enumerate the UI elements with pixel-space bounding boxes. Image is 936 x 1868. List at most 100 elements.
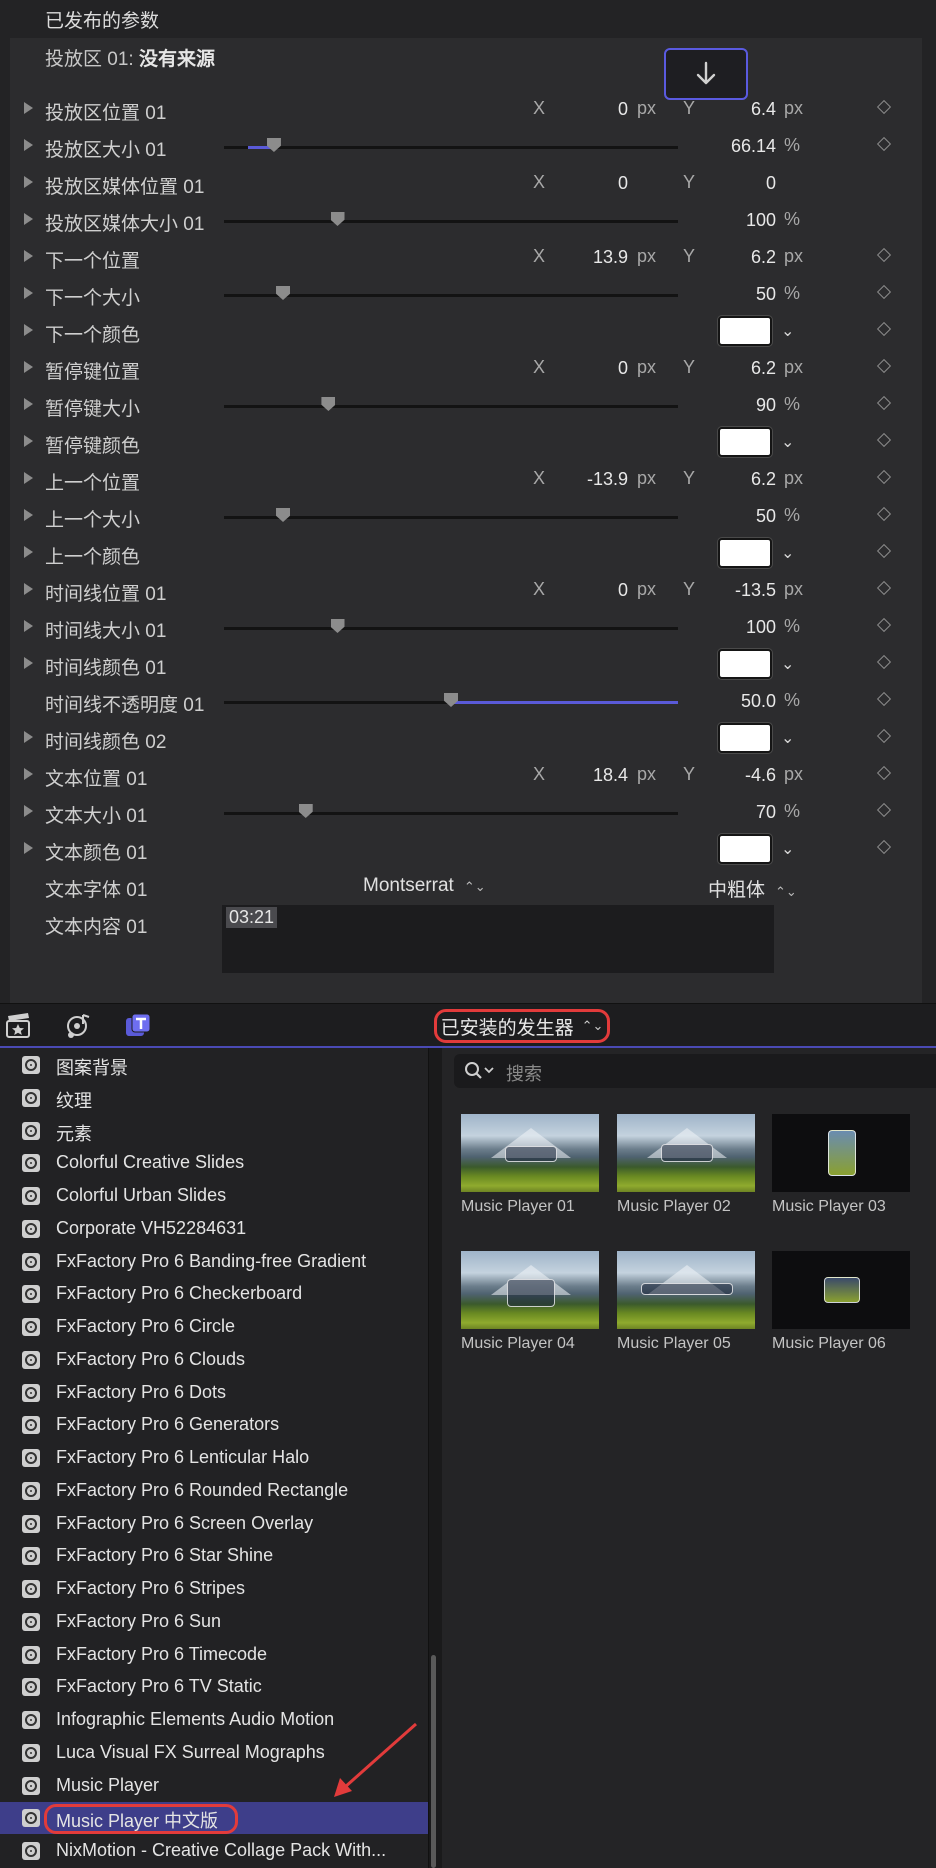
- sidebar-item[interactable]: 元素: [0, 1115, 428, 1147]
- slider-track[interactable]: [224, 286, 678, 300]
- slider-thumb[interactable]: [330, 212, 345, 226]
- generator-thumbnail[interactable]: [772, 1251, 910, 1329]
- photos-music-icon[interactable]: [64, 1012, 92, 1040]
- keyframe-diamond-icon[interactable]: [876, 839, 892, 855]
- disclosure-triangle-icon[interactable]: [24, 583, 33, 595]
- slider-thumb[interactable]: [276, 286, 291, 300]
- sidebar-item[interactable]: Colorful Urban Slides: [0, 1180, 428, 1212]
- sidebar-item[interactable]: 纹理: [0, 1082, 428, 1114]
- sidebar-item[interactable]: FxFactory Pro 6 Banding-free Gradient: [0, 1246, 428, 1278]
- slider-value-field[interactable]: 70: [660, 802, 776, 823]
- chevron-down-icon[interactable]: ⌄: [781, 432, 794, 452]
- sidebar-item[interactable]: FxFactory Pro 6 Checkerboard: [0, 1278, 428, 1310]
- slider-thumb[interactable]: [321, 397, 336, 411]
- keyframe-diamond-icon[interactable]: [876, 284, 892, 300]
- slider-value-field[interactable]: 100: [660, 617, 776, 638]
- sidebar-item[interactable]: FxFactory Pro 6 Clouds: [0, 1344, 428, 1376]
- keyframe-diamond-icon[interactable]: [876, 506, 892, 522]
- titles-generators-icon[interactable]: [124, 1012, 152, 1040]
- slider-track[interactable]: [224, 397, 678, 411]
- disclosure-triangle-icon[interactable]: [24, 731, 33, 743]
- keyframe-diamond-icon[interactable]: [876, 691, 892, 707]
- disclosure-triangle-icon[interactable]: [24, 176, 33, 188]
- slider-thumb[interactable]: [330, 619, 345, 633]
- chevron-down-icon[interactable]: ⌄: [781, 321, 794, 341]
- sidebar-item[interactable]: FxFactory Pro 6 Stripes: [0, 1573, 428, 1605]
- slider-thumb[interactable]: [444, 693, 458, 707]
- keyframe-diamond-icon[interactable]: [876, 728, 892, 744]
- slider-track[interactable]: [224, 804, 678, 818]
- font-family-popup[interactable]: Montserrat ⌃⌄: [363, 875, 486, 897]
- disclosure-triangle-icon[interactable]: [24, 287, 33, 299]
- sidebar-item[interactable]: FxFactory Pro 6 Screen Overlay: [0, 1508, 428, 1540]
- x-value-field[interactable]: 0: [510, 580, 628, 601]
- sidebar-scrollbar[interactable]: [431, 1655, 436, 1868]
- installed-generators-menu[interactable]: 已安装的发生器 ⌃⌄: [434, 1009, 610, 1043]
- slider-thumb[interactable]: [266, 138, 281, 152]
- sidebar-item[interactable]: Colorful Creative Slides: [0, 1147, 428, 1179]
- sidebar-item[interactable]: FxFactory Pro 6 Generators: [0, 1409, 428, 1441]
- x-value-field[interactable]: 13.9: [510, 247, 628, 268]
- chevron-down-icon[interactable]: ⌄: [781, 839, 794, 859]
- x-value-field[interactable]: 0: [510, 173, 628, 194]
- sidebar-item[interactable]: FxFactory Pro 6 Rounded Rectangle: [0, 1475, 428, 1507]
- sidebar-item[interactable]: Luca Visual FX Surreal Mographs: [0, 1737, 428, 1769]
- sidebar-item-selected[interactable]: Music Player 中文版: [0, 1802, 428, 1835]
- x-value-field[interactable]: 0: [510, 99, 628, 120]
- color-swatch[interactable]: [718, 834, 772, 864]
- keyframe-diamond-icon[interactable]: [876, 321, 892, 337]
- sidebar-item[interactable]: 图案背景: [0, 1049, 428, 1081]
- slider-thumb[interactable]: [298, 804, 313, 818]
- slider-thumb[interactable]: [276, 508, 291, 522]
- generator-thumbnail[interactable]: [617, 1251, 755, 1329]
- font-weight-popup[interactable]: 中粗体 ⌃⌄: [708, 875, 797, 902]
- disclosure-triangle-icon[interactable]: [24, 102, 33, 114]
- x-value-field[interactable]: -13.9: [510, 469, 628, 490]
- keyframe-diamond-icon[interactable]: [876, 802, 892, 818]
- media-browser-icon[interactable]: [5, 1012, 33, 1040]
- color-swatch[interactable]: [718, 538, 772, 568]
- disclosure-triangle-icon[interactable]: [24, 657, 33, 669]
- sidebar-item[interactable]: FxFactory Pro 6 Circle: [0, 1311, 428, 1343]
- keyframe-diamond-icon[interactable]: [876, 617, 892, 633]
- y-value-field[interactable]: -13.5: [660, 580, 776, 601]
- sidebar-item[interactable]: FxFactory Pro 6 Dots: [0, 1377, 428, 1409]
- sidebar-item[interactable]: FxFactory Pro 6 Lenticular Halo: [0, 1442, 428, 1474]
- disclosure-triangle-icon[interactable]: [24, 398, 33, 410]
- text-content-field[interactable]: 03:21: [222, 905, 774, 973]
- y-value-field[interactable]: 6.4: [660, 99, 776, 120]
- x-value-field[interactable]: 18.4: [510, 765, 628, 786]
- disclosure-triangle-icon[interactable]: [24, 250, 33, 262]
- generator-thumbnail[interactable]: [461, 1251, 599, 1329]
- color-swatch[interactable]: [718, 649, 772, 679]
- chevron-down-icon[interactable]: ⌄: [781, 654, 794, 674]
- disclosure-triangle-icon[interactable]: [24, 805, 33, 817]
- disclosure-triangle-icon[interactable]: [24, 435, 33, 447]
- keyframe-diamond-icon[interactable]: [876, 469, 892, 485]
- slider-value-field[interactable]: 50.0: [660, 691, 776, 712]
- sidebar-item[interactable]: Music Player: [0, 1770, 428, 1802]
- y-value-field[interactable]: 6.2: [660, 247, 776, 268]
- disclosure-triangle-icon[interactable]: [24, 768, 33, 780]
- sidebar-item[interactable]: FxFactory Pro 6 Star Shine: [0, 1540, 428, 1572]
- disclosure-triangle-icon[interactable]: [24, 620, 33, 632]
- keyframe-diamond-icon[interactable]: [876, 136, 892, 152]
- sidebar-item[interactable]: FxFactory Pro 6 Timecode: [0, 1639, 428, 1671]
- disclosure-triangle-icon[interactable]: [24, 842, 33, 854]
- color-swatch[interactable]: [718, 316, 772, 346]
- disclosure-triangle-icon[interactable]: [24, 546, 33, 558]
- sidebar-item[interactable]: Corporate VH52284631: [0, 1213, 428, 1245]
- sidebar-item[interactable]: NixMotion - Creative Collage Pack With..…: [0, 1835, 428, 1867]
- keyframe-diamond-icon[interactable]: [876, 580, 892, 596]
- x-value-field[interactable]: 0: [510, 358, 628, 379]
- y-value-field[interactable]: 6.2: [660, 469, 776, 490]
- chevron-down-icon[interactable]: ⌄: [781, 543, 794, 563]
- generator-thumbnail[interactable]: [772, 1114, 910, 1192]
- keyframe-diamond-icon[interactable]: [876, 358, 892, 374]
- search-field[interactable]: 搜索: [454, 1054, 936, 1088]
- sidebar-item[interactable]: FxFactory Pro 6 Sun: [0, 1606, 428, 1638]
- keyframe-diamond-icon[interactable]: [876, 99, 892, 115]
- disclosure-triangle-icon[interactable]: [24, 509, 33, 521]
- keyframe-diamond-icon[interactable]: [876, 543, 892, 559]
- slider-track[interactable]: [224, 508, 678, 522]
